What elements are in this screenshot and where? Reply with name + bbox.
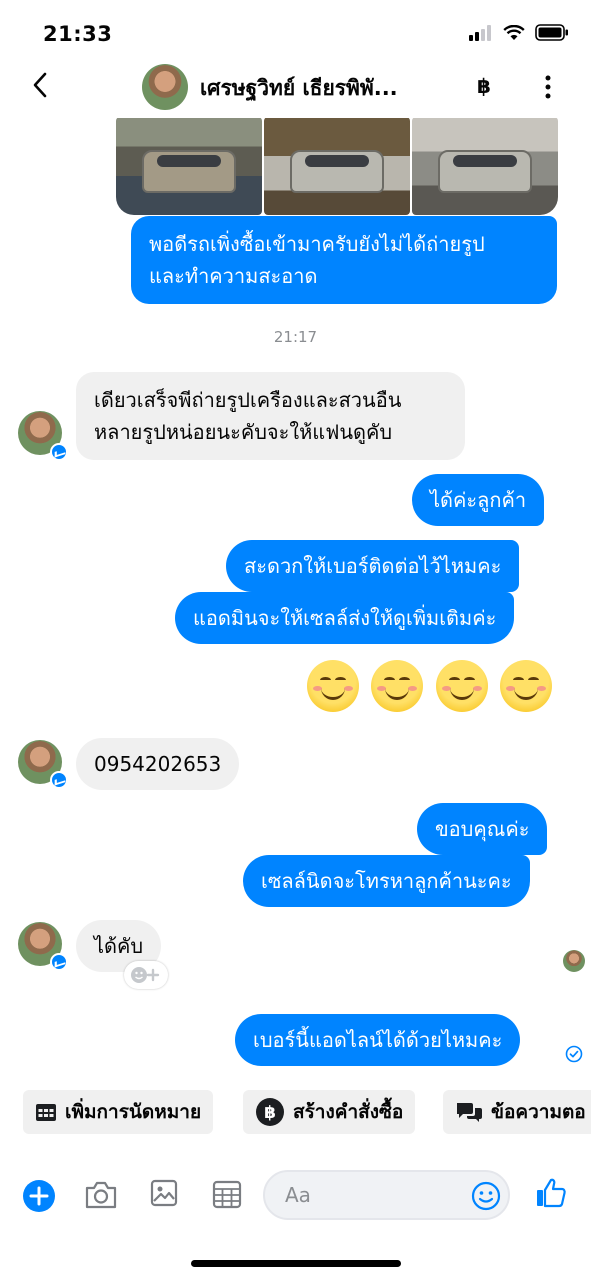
message-text: ได้คับ xyxy=(94,934,144,958)
status-icons xyxy=(469,24,569,41)
saved-replies-label: ข้อความตอ xyxy=(491,1101,586,1123)
message-input[interactable]: Aa xyxy=(263,1170,510,1220)
gallery-icon[interactable] xyxy=(150,1179,178,1207)
contact-name[interactable]: เศรษฐวิทย์ เธียรพิพั... xyxy=(200,72,398,105)
add-reaction-icon xyxy=(131,967,160,983)
messenger-badge-icon xyxy=(50,953,68,971)
outgoing-message[interactable]: ขอบคุณค่ะ xyxy=(417,803,548,855)
plus-icon[interactable] xyxy=(22,1179,56,1213)
message-line: หลายรูปหน่อยนะคับจะให้แฟนดูคับ xyxy=(94,420,393,444)
contact-avatar[interactable] xyxy=(142,64,188,110)
message-text: เซลล์นิดจะโทรหาลูกค้านะคะ xyxy=(261,869,512,893)
message-text: สะดวกให้เบอร์ติดต่อไว้ไหมคะ xyxy=(244,554,502,578)
outgoing-message[interactable]: พอดีรถเพิ่งซื้อเข้ามาครับยังไม่ได้ถ่ายรู… xyxy=(131,216,557,304)
calendar-icon xyxy=(36,1104,56,1121)
svg-text:฿: ฿ xyxy=(264,1103,276,1123)
car-photo[interactable] xyxy=(116,117,262,215)
like-icon[interactable] xyxy=(534,1176,568,1210)
messenger-badge-icon xyxy=(50,771,68,789)
wifi-icon xyxy=(503,24,525,40)
more-options-icon[interactable] xyxy=(538,74,558,100)
battery-icon xyxy=(535,24,568,41)
camera-icon[interactable] xyxy=(84,1179,118,1211)
timestamp: 21:17 xyxy=(273,328,318,346)
sent-check-icon xyxy=(565,1045,583,1063)
smile-emoji[interactable] xyxy=(436,660,488,712)
incoming-message[interactable]: 0954202653 xyxy=(76,738,240,790)
outgoing-message[interactable]: สะดวกให้เบอร์ติดต่อไว้ไหมคะ xyxy=(226,540,520,592)
baht-coin-icon: ฿ xyxy=(256,1098,284,1126)
create-order-button[interactable]: ฿ สร้างคำสั่งซื้อ xyxy=(243,1090,416,1134)
emoji-icon[interactable] xyxy=(471,1181,501,1211)
smile-emoji[interactable] xyxy=(371,660,423,712)
message-line: เดียวเสร็จพีถ่ายรูปเครืองและสวนอืน xyxy=(94,388,402,412)
smile-emoji[interactable] xyxy=(500,660,552,712)
add-appointment-label: เพิ่มการนัดหมาย xyxy=(65,1101,202,1123)
messenger-chat-screen: 21:33 เศรษฐวิทย์ เธียรพิพั... ฿ พอดีรถเพ… xyxy=(0,0,591,1280)
add-appointment-button[interactable]: เพิ่มการนัดหมาย xyxy=(23,1090,214,1134)
create-order-label: สร้างคำสั่งซื้อ xyxy=(293,1101,404,1123)
signal-icon xyxy=(469,24,491,41)
message-line: และทำความสะอาด xyxy=(149,264,318,288)
back-icon[interactable] xyxy=(30,70,50,100)
outgoing-message[interactable]: ได้ค่ะลูกค้า xyxy=(412,474,545,526)
calendar-grid-icon[interactable] xyxy=(212,1179,242,1209)
chat-header: เศรษฐวิทย์ เธียรพิพั... ฿ xyxy=(0,58,591,118)
saved-replies-button[interactable]: ข้อความตอ xyxy=(443,1090,591,1134)
messenger-badge-icon xyxy=(50,443,68,461)
status-time: 21:33 xyxy=(43,22,113,46)
smile-emoji[interactable] xyxy=(307,660,359,712)
message-placeholder: Aa xyxy=(285,1183,311,1207)
message-line: พอดีรถเพิ่งซื้อเข้ามาครับยังไม่ได้ถ่ายรู… xyxy=(149,232,485,256)
outgoing-message[interactable]: แอดมินจะให้เซลล์ส่งให้ดูเพิ่มเติมค่ะ xyxy=(175,592,515,644)
baht-icon[interactable]: ฿ xyxy=(477,74,491,98)
seen-avatar xyxy=(563,950,585,972)
message-text: ได้ค่ะลูกค้า xyxy=(430,488,527,512)
car-photo[interactable] xyxy=(264,117,410,215)
message-text: เบอร์นี้แอดไลน์ได้ด้วยไหมคะ xyxy=(253,1028,503,1052)
message-text: แอดมินจะให้เซลล์ส่งให้ดูเพิ่มเติมค่ะ xyxy=(193,606,497,630)
car-photo[interactable] xyxy=(412,117,558,215)
phone-number[interactable]: 0954202653 xyxy=(94,752,221,776)
incoming-message[interactable]: เดียวเสร็จพีถ่ายรูปเครืองและสวนอืน หลายร… xyxy=(76,372,465,460)
speech-bubbles-icon xyxy=(457,1103,482,1122)
outgoing-message[interactable]: เบอร์นี้แอดไลน์ได้ด้วยไหมคะ xyxy=(235,1014,521,1066)
add-reaction-button[interactable] xyxy=(124,961,168,989)
home-indicator[interactable] xyxy=(191,1260,401,1267)
outgoing-message[interactable]: เซลล์นิดจะโทรหาลูกค้านะคะ xyxy=(243,855,530,907)
message-text: ขอบคุณค่ะ xyxy=(435,817,530,841)
